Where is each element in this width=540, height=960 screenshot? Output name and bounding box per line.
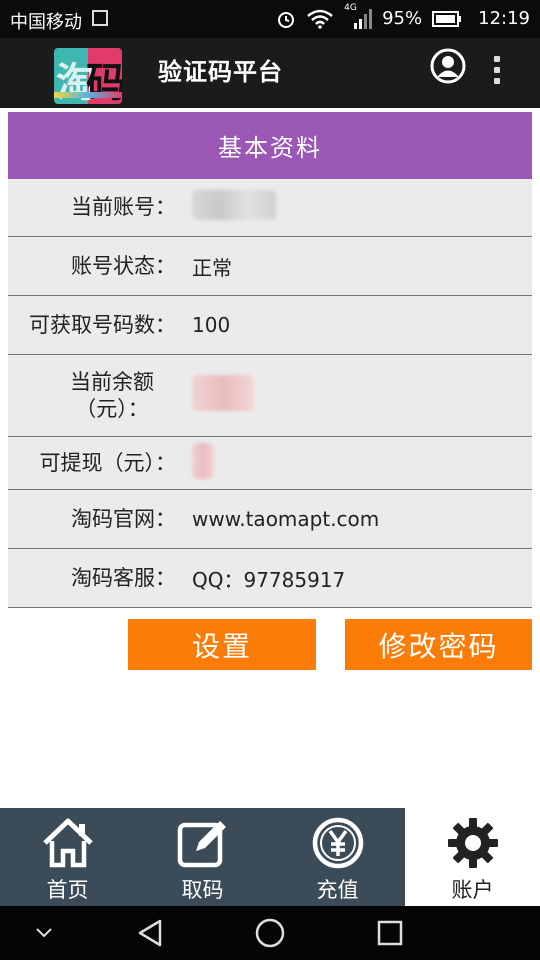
image-notification-icon [92,10,108,26]
panel-header: 基本资料 [8,112,532,179]
collapse-chevron-icon[interactable] [34,926,54,940]
official-site-link[interactable]: www.taomapt.com [192,507,379,531]
change-password-button[interactable]: 修改密码 [345,619,532,670]
yen-coin-icon [312,817,363,869]
row-withdrawable: 可提现（元）： [8,437,532,490]
tab-recharge[interactable]: 充值 [270,808,405,906]
battery-icon [432,10,462,27]
basic-info-panel: 基本资料 当前账号： 账号状态： 正常 可获取号码数： 100 当前余额（元）：… [8,112,532,608]
account-icon[interactable] [430,48,466,84]
home-circle-icon[interactable] [254,918,286,948]
settings-button[interactable]: 设置 [128,619,316,670]
row-label: 当前账号： [71,195,176,219]
row-value: QQ：97785917 [192,567,346,592]
wifi-icon [307,9,333,29]
row-label: 淘码客服： [71,565,176,590]
back-icon[interactable] [136,918,164,948]
row-value: 正常 [192,255,232,280]
row-label: 账号状态： [71,253,176,278]
status-bar: 中国移动 4G 95% 12:19 [0,0,540,38]
bottom-tab-bar: 首页 取码 充值 账户 [0,808,540,906]
row-account-status: 账号状态： 正常 [8,237,532,296]
tab-home[interactable]: 首页 [0,808,135,906]
row-label: 当前余额（元）： [70,369,154,421]
row-available-numbers: 可获取号码数： 100 [8,296,532,355]
more-menu-icon[interactable] [492,56,502,90]
home-icon [42,818,93,868]
carrier-name: 中国移动 [10,12,82,33]
clock: 12:19 [478,8,530,29]
alarm-icon [278,11,295,28]
tab-get-code[interactable]: 取码 [135,808,270,906]
row-customer-service: 淘码客服： QQ：97785917 [8,549,532,608]
balance-value-redacted [192,375,254,416]
tab-account[interactable]: 账户 [405,808,540,906]
app-bar: 淘码 验证码平台 [0,38,540,108]
row-label: 可提现（元）： [39,450,177,475]
row-current-balance: 当前余额（元）： [8,355,532,437]
recent-apps-icon[interactable] [376,918,404,948]
battery-percent: 95% [382,8,423,29]
app-logo[interactable]: 淘码 [54,48,122,104]
edit-icon [177,821,226,868]
tab-label: 账户 [451,878,494,902]
tab-label: 首页 [46,878,89,902]
row-label: 可获取号码数： [29,312,176,337]
gear-icon [447,818,498,868]
tab-label: 充值 [316,878,359,902]
account-value-redacted [192,190,276,225]
tab-label: 取码 [181,878,224,902]
row-official-site: 淘码官网： www.taomapt.com [8,490,532,549]
row-value: 100 [192,313,231,337]
row-label: 淘码官网： [71,506,176,531]
withdrawable-value-redacted [192,442,214,484]
app-title: 验证码平台 [158,58,283,86]
signal-icon: 4G [344,3,373,29]
system-nav-bar [0,906,540,960]
row-current-account: 当前账号： [8,179,532,237]
